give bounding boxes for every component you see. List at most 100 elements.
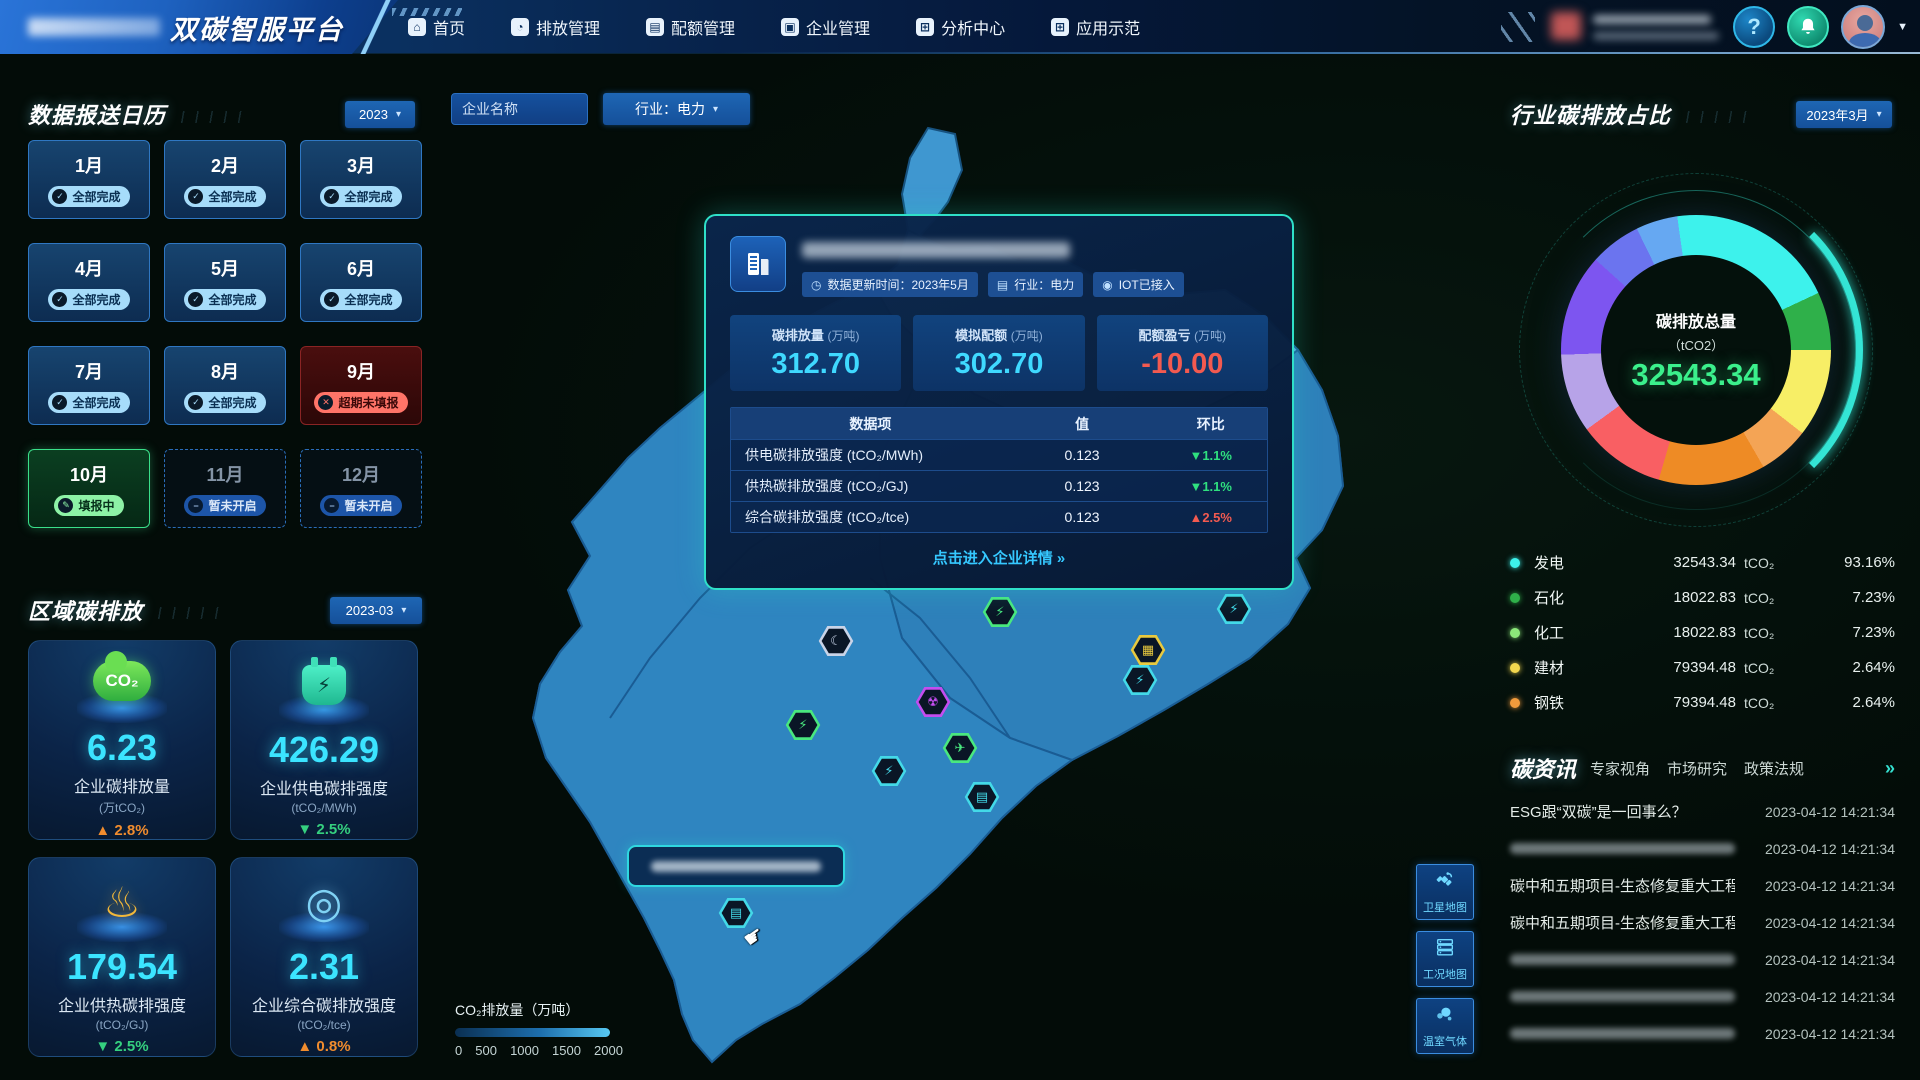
badge-label: 行业：电力 [1014,276,1074,293]
marker-inner: ☾ [821,628,851,654]
legend-tick: 500 [475,1043,497,1058]
stat-unit: (tCO₂/MWh) [291,801,356,815]
company-name-input[interactable] [451,93,588,125]
news-item[interactable]: 2023-04-12 14:21:34 [1510,1015,1895,1052]
nav-item-label: 应用示范 [1076,15,1140,39]
stat-value: 426.29 [269,729,379,771]
marker-inner: ▤ [967,784,997,810]
map-layer-button-1[interactable]: 卫星地图 [1416,864,1474,920]
month-card-2月[interactable]: 2月✓全部完成 [164,140,286,219]
donut-center-label: 碳排放总量 [1656,308,1736,332]
lightning-icon: ⚡ [995,604,1004,620]
marker-inner: ⚡ [788,712,818,738]
notifications-button[interactable] [1787,6,1829,48]
month-card-5月[interactable]: 5月✓全部完成 [164,243,286,322]
heat-radiator-icon: ♨ [103,874,141,938]
badge-label: 数据更新时间：2023年5月 [827,276,968,293]
user-menu-caret-icon[interactable]: ▼ [1897,21,1908,33]
month-label: 8月 [211,358,239,384]
map-layer-button-3[interactable]: 温室气体 [1416,998,1474,1054]
news-section-title: 碳资讯 [1510,752,1576,784]
nav-item-4[interactable]: ▣企业管理 [781,15,870,39]
news-title-blurred [1510,991,1735,1002]
month-status-badge: −暂未开启 [320,495,401,516]
month-status-badge: ✓全部完成 [48,186,129,207]
industry-filter-select[interactable]: 行业：电力 ▾ [603,93,750,125]
industry-legend: 发电32543.34tCO₂93.16%石化18022.83tCO₂7.23%化… [1510,545,1895,720]
slashes-decoration [1501,12,1535,42]
news-tab-2[interactable]: 市场研究 [1667,758,1727,779]
month-card-12月[interactable]: 12月−暂未开启 [300,449,422,528]
news-item[interactable]: ESG跟“双碳”是一回事么？2023-04-12 14:21:34 [1510,793,1895,830]
month-card-10月[interactable]: 10月✎填报中 [28,449,150,528]
nav-item-1[interactable]: ⌂首页 [408,15,465,39]
status-icon: ✓ [188,292,203,307]
stat-delta: ▲ 0.8% [297,1038,350,1055]
month-status-badge: ✓全部完成 [184,186,265,207]
lightning-icon: ⚡ [1135,672,1144,688]
news-title-blurred [1510,954,1735,965]
news-item-title: 碳中和五期项目-生态修复重大工程... [1510,875,1735,896]
calendar-section-title: 数据报送日历 [28,98,252,130]
clock-icon: ◷ [811,278,821,292]
chevron-down-icon: ▾ [1877,109,1882,120]
calendar-year-select[interactable]: 2023 ▾ [345,101,415,128]
popup-stat-value: 312.70 [771,348,860,381]
status-text: 填报中 [78,497,114,514]
news-item[interactable]: 2023-04-12 14:21:34 [1510,978,1895,1015]
nav-item-2[interactable]: ◔排放管理 [511,15,600,39]
nav-item-label: 首页 [433,15,465,39]
month-card-11月[interactable]: 11月−暂未开启 [164,449,286,528]
help-button[interactable]: ? [1733,6,1775,48]
demo-icon: ⊞ [1051,18,1069,36]
month-status-badge: ✓全部完成 [320,186,401,207]
month-card-3月[interactable]: 3月✓全部完成 [300,140,422,219]
molecule-icon [1434,1003,1456,1030]
news-item-time: 2023-04-12 14:21:34 [1765,989,1895,1005]
month-label: 10月 [70,461,108,487]
nav-item-label: 排放管理 [536,15,600,39]
industry-period-select[interactable]: 2023年3月 ▾ [1796,101,1892,128]
news-more-link[interactable]: » [1885,758,1895,779]
server-icon [1434,936,1456,963]
enterprise-detail-link[interactable]: 点击进入企业详情 » [730,547,1268,568]
stat-delta: ▼ 2.5% [95,1038,148,1055]
month-card-9月[interactable]: 9月✕超期未填报 [300,346,422,425]
month-card-1月[interactable]: 1月✓全部完成 [28,140,150,219]
month-card-4月[interactable]: 4月✓全部完成 [28,243,150,322]
legend-tick: 2000 [594,1043,623,1058]
building-glyph [741,247,775,281]
report-calendar-grid: 1月✓全部完成2月✓全部完成3月✓全部完成 4月✓全部完成5月✓全部完成6月✓全部… [28,140,422,528]
news-item[interactable]: 2023-04-12 14:21:34 [1510,830,1895,867]
grid-icon: ▦ [1142,642,1154,658]
news-tab-1[interactable]: 专家视角 [1590,758,1650,779]
nav-item-5[interactable]: ⊞分析中心 [916,15,1005,39]
nav-item-3[interactable]: ▤配额管理 [646,15,735,39]
popup-badge-iot-icon: ◉IOT已接入 [1093,272,1183,297]
month-card-7月[interactable]: 7月✓全部完成 [28,346,150,425]
month-card-8月[interactable]: 8月✓全部完成 [164,346,286,425]
top-navbar: 双碳智服平台 ⌂首页 ◔排放管理 ▤配额管理 ▣企业管理 ⊞分析中心 ⊞ 应用示范 ? ▼ [0,0,1920,54]
chevron-down-icon: ▾ [396,109,401,120]
news-item-time: 2023-04-12 14:21:34 [1765,915,1895,931]
legend-tick: 1500 [552,1043,581,1058]
popup-stat-value: 302.70 [955,348,1044,381]
map-filter-bar: 行业：电力 ▾ [451,93,750,125]
logo-text: 双碳智服平台 [170,8,344,47]
news-item[interactable]: 碳中和五期项目-生态修复重大工程2023-04-12 14:21:34 [1510,904,1895,941]
stat-icon-zone: ⚡ [274,657,374,721]
news-tab-3[interactable]: 政策法规 [1744,758,1804,779]
region-period-select[interactable]: 2023-03 ▾ [330,597,422,624]
map-layer-button-2[interactable]: 工况地图 [1416,931,1474,987]
user-avatar[interactable] [1841,5,1885,49]
month-card-6月[interactable]: 6月✓全部完成 [300,243,422,322]
status-text: 暂未开启 [208,497,256,514]
logo-blurred-prefix [28,18,160,36]
popup-stat-label: 配额盈亏 (万吨) [1139,325,1227,344]
news-item[interactable]: 碳中和五期项目-生态修复重大工程...2023-04-12 14:21:34 [1510,867,1895,904]
news-item[interactable]: 2023-04-12 14:21:34 [1510,941,1895,978]
enterprise-icon: ▣ [781,18,799,36]
industry-legend-row: 化工18022.83tCO₂7.23% [1510,615,1895,650]
nav-item-6[interactable]: ⊞ 应用示范 [1051,15,1140,39]
status-icon: ✓ [52,292,67,307]
